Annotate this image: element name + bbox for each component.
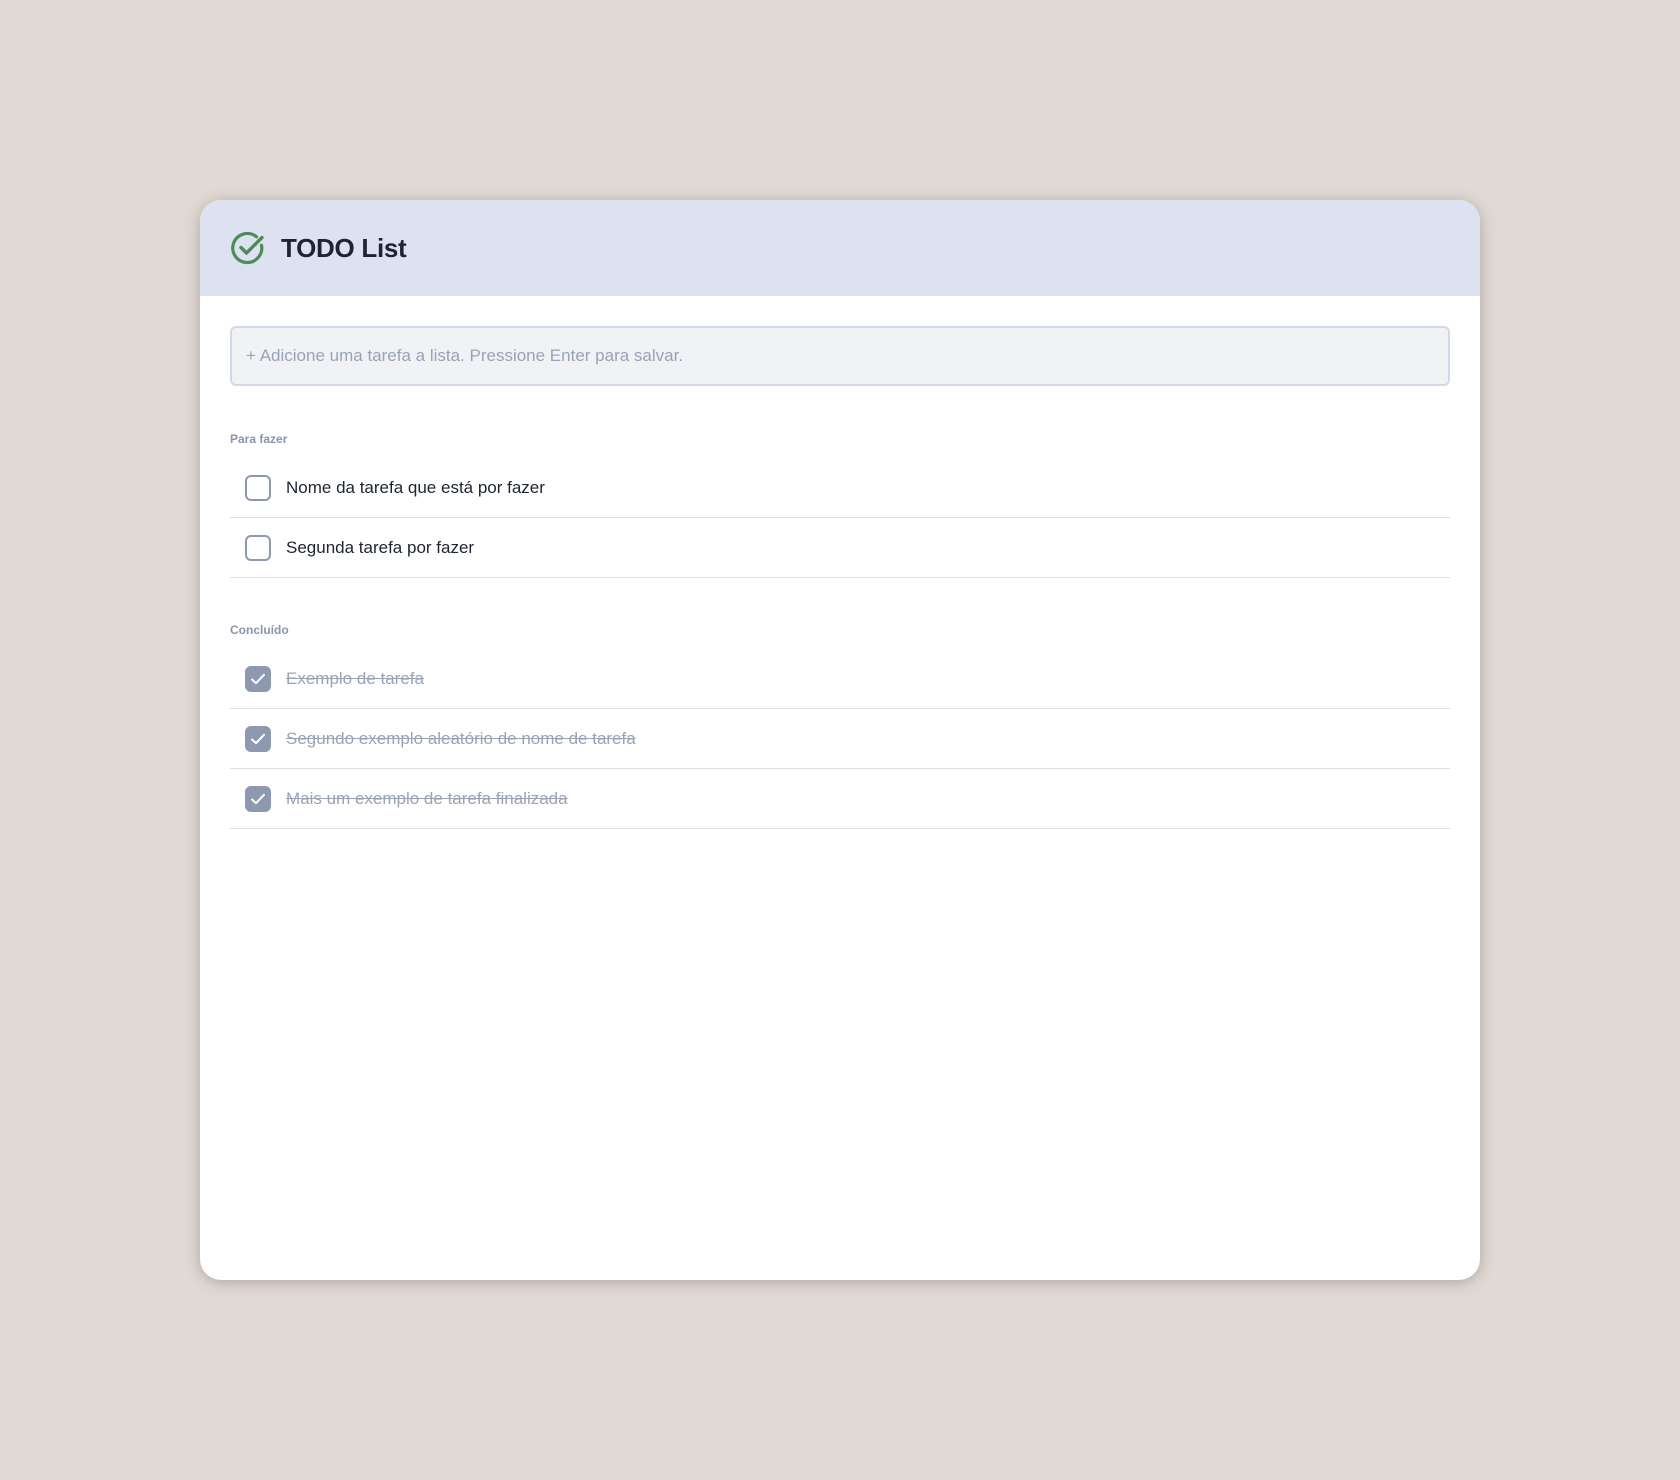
checkmark-icon: [251, 793, 265, 804]
todo-task-list: Nome da tarefa que está por fazer Segund…: [230, 458, 1450, 578]
task-text: Segundo exemplo aleatório de nome de tar…: [286, 728, 636, 748]
checkmark-icon: [251, 673, 265, 684]
task-text: Nome da tarefa que está por fazer: [286, 477, 545, 497]
card-body: Para fazer Nome da tarefa que está por f…: [200, 296, 1480, 829]
card-header: TODO List: [200, 200, 1480, 296]
todo-section: Para fazer Nome da tarefa que está por f…: [230, 432, 1450, 578]
task-checkbox-checked[interactable]: [245, 785, 271, 812]
check-circle-icon: [230, 230, 266, 266]
task-item[interactable]: Nome da tarefa que está por fazer: [230, 458, 1450, 518]
task-checkbox[interactable]: [245, 474, 271, 501]
section-label-done: Concluído: [230, 623, 289, 637]
add-task-input[interactable]: [230, 326, 1450, 386]
task-checkbox-checked[interactable]: [245, 665, 271, 692]
checkmark-icon: [251, 733, 265, 744]
section-label-todo: Para fazer: [230, 432, 288, 446]
app-title: TODO List: [281, 232, 407, 263]
task-checkbox-checked[interactable]: [245, 725, 271, 752]
task-item[interactable]: Mais um exemplo de tarefa finalizada: [230, 769, 1450, 829]
task-item[interactable]: Exemplo de tarefa: [230, 649, 1450, 709]
task-text: Mais um exemplo de tarefa finalizada: [286, 788, 568, 808]
task-item[interactable]: Segundo exemplo aleatório de nome de tar…: [230, 709, 1450, 769]
task-checkbox[interactable]: [245, 534, 271, 561]
done-section: Concluído Exemplo de tarefa Segundo exem…: [230, 623, 1450, 829]
task-text: Segunda tarefa por fazer: [286, 537, 475, 557]
task-item[interactable]: Segunda tarefa por fazer: [230, 518, 1450, 578]
task-text: Exemplo de tarefa: [286, 668, 424, 688]
todo-card: TODO List Para fazer Nome da tarefa que …: [200, 200, 1480, 1280]
done-task-list: Exemplo de tarefa Segundo exemplo aleató…: [230, 649, 1450, 829]
